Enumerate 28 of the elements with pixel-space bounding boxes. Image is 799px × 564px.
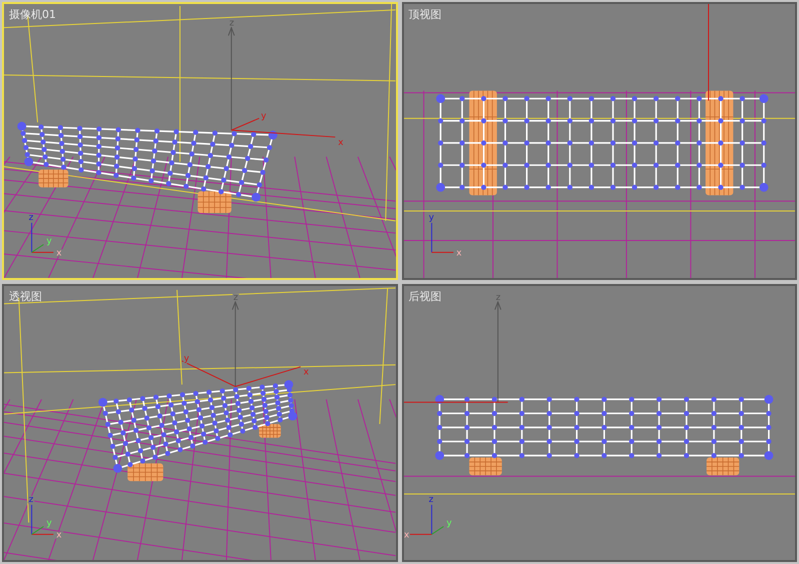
axis-label: x bbox=[404, 530, 409, 540]
axis-tripod-icon bbox=[408, 504, 444, 535]
axis-label: x bbox=[456, 248, 462, 258]
axis-label: x bbox=[304, 368, 309, 378]
axis-label: y bbox=[428, 212, 434, 223]
axis-tripod-icon bbox=[31, 222, 54, 253]
axis-label: y bbox=[446, 518, 452, 528]
axis-tripod-icon bbox=[31, 504, 54, 535]
sofa-leg bbox=[38, 169, 69, 188]
viewport-title: 后视图 bbox=[408, 290, 442, 303]
axis-label: y bbox=[46, 518, 52, 528]
axis-label: z bbox=[28, 494, 34, 505]
axis-label: y bbox=[184, 354, 190, 364]
axis-tripod-icon bbox=[430, 222, 454, 253]
viewport-title: 摄像机01 bbox=[9, 8, 56, 21]
sofa-leg bbox=[258, 424, 282, 438]
viewport[interactable]: 顶视图 y x bbox=[402, 2, 797, 280]
axis-label: z bbox=[428, 494, 433, 505]
sofa-leg bbox=[197, 190, 232, 214]
axis-label: y bbox=[46, 236, 52, 246]
axis-label: z bbox=[28, 212, 34, 223]
axis-label: x bbox=[338, 138, 344, 148]
sofa-leg bbox=[127, 463, 164, 482]
viewport-title: 透视图 bbox=[9, 290, 42, 303]
sofa-leg bbox=[706, 457, 740, 476]
sofa-leg bbox=[468, 457, 502, 476]
viewport-title: 顶视图 bbox=[408, 8, 442, 21]
axis-label: y bbox=[261, 111, 266, 122]
